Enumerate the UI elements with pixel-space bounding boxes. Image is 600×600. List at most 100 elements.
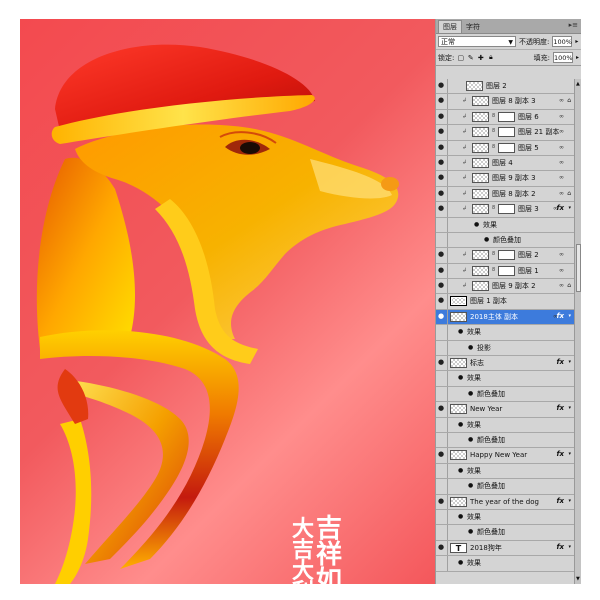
layer-name[interactable]: 图层 9 副本 2 [492,281,536,291]
layer-name[interactable]: The year of the dog [470,497,539,507]
visibility-eye-icon[interactable]: ● [438,282,445,289]
fx-expand-icon[interactable]: ▾ [568,313,571,319]
fx-expand-icon[interactable]: ▾ [568,405,571,411]
layer-name[interactable]: 图层 3 [518,204,539,214]
layers-scrollbar[interactable]: ▲ ▼ [574,79,581,584]
layer-name[interactable]: 图层 8 副本 3 [492,96,536,106]
layer-mask-thumbnail[interactable] [498,127,515,138]
layer-mask-thumbnail[interactable] [498,265,515,276]
fx-expand-icon[interactable]: ▾ [568,498,571,504]
layer-row[interactable]: ● ↲ 8 图层 1 ∞ [436,263,574,280]
layer-row[interactable]: ● 颜色叠加 [436,386,574,403]
fx-icon[interactable]: fx [556,497,564,505]
layer-thumbnail[interactable] [472,265,489,276]
layer-name[interactable]: 标志 [470,358,484,368]
effect-visibility-icon[interactable]: ● [484,236,489,243]
tab-character[interactable]: 字符 [462,21,484,33]
layer-name[interactable]: 图层 9 副本 3 [492,173,536,183]
visibility-eye-icon[interactable]: ● [438,297,445,304]
visibility-eye-icon[interactable]: ● [438,497,445,505]
mask-link-icon[interactable]: 8 [492,144,495,150]
layer-row[interactable]: ● New Year fx ▾ [436,402,574,418]
fill-flyout-icon[interactable]: ▸ [576,54,579,61]
layer-thumbnail[interactable] [472,173,489,184]
effect-visibility-icon[interactable]: ● [468,390,473,397]
layer-row[interactable]: ● 2018主体 副本 ∞ fx ▾ [436,309,574,326]
effects-visibility-icon[interactable]: ● [474,221,479,228]
layer-thumbnail[interactable] [450,311,467,322]
fx-expand-icon[interactable]: ▾ [568,544,571,550]
layer-row[interactable]: ● 颜色叠加 [436,232,574,249]
effects-visibility-icon[interactable]: ● [458,467,463,474]
visibility-eye-icon[interactable]: ● [438,143,445,151]
fx-expand-icon[interactable]: ▾ [568,359,571,365]
layer-thumbnail[interactable] [472,127,489,138]
effect-visibility-icon[interactable]: ● [468,436,473,443]
visibility-eye-icon[interactable]: ● [438,266,445,274]
layer-thumbnail[interactable] [450,358,467,369]
layer-row[interactable]: ● 颜色叠加 [436,432,574,449]
visibility-eye-icon[interactable]: ● [438,543,445,551]
visibility-eye-icon[interactable]: ● [438,312,445,320]
layer-row[interactable]: ● 图层 1 副本 [436,294,574,310]
fx-icon[interactable]: fx [556,204,564,212]
layer-row[interactable]: ● 效果 [436,217,574,233]
scroll-thumb[interactable] [576,244,581,292]
layer-thumbnail[interactable] [450,404,467,415]
layer-name[interactable]: 图层 21 副本 [518,127,559,137]
mask-link-icon[interactable]: 8 [492,128,495,134]
layer-name[interactable]: 2018狗年 [470,543,502,553]
layer-mask-thumbnail[interactable] [498,111,515,122]
layer-row[interactable]: ● ↲ 8 图层 3 ∞ fx ▾ [436,202,574,218]
layer-row[interactable]: ● 效果 [436,325,574,341]
visibility-eye-icon[interactable]: ● [438,251,445,258]
layer-thumbnail[interactable] [472,157,489,168]
visibility-eye-icon[interactable]: ● [438,128,445,135]
effects-visibility-icon[interactable]: ● [458,513,463,520]
layer-row[interactable]: ● ↲ 图层 9 副本 3 ∞ [436,171,574,187]
layer-name[interactable]: 图层 1 副本 [470,296,507,306]
lock-all-icon[interactable]: 🔒︎ [487,53,494,62]
layer-thumbnail[interactable] [472,204,489,215]
layer-row[interactable]: ● 颜色叠加 [436,479,574,495]
lock-transparency-icon[interactable]: ▢ [457,54,465,62]
blend-mode-select[interactable]: 正常 ▼ [438,36,516,47]
layer-row[interactable]: ● 效果 [436,463,574,480]
layer-row[interactable]: ● ↲ 图层 9 副本 2 ∞ ⌂ [436,279,574,295]
layer-row[interactable]: ● 图层 2 [436,79,574,95]
fx-icon[interactable]: fx [556,358,564,366]
visibility-eye-icon[interactable]: ● [438,359,445,366]
effects-visibility-icon[interactable]: ● [458,559,463,566]
layer-thumbnail[interactable] [472,111,489,122]
mask-link-icon[interactable]: 8 [492,205,495,211]
fx-expand-icon[interactable]: ▾ [568,205,571,211]
layer-row[interactable]: ● 效果 [436,371,574,387]
layer-name[interactable]: New Year [470,404,502,414]
layer-name[interactable]: 图层 8 副本 2 [492,189,536,199]
layer-row[interactable]: ● 投影 [436,340,574,357]
layer-row[interactable]: ● Happy New Year fx ▾ [436,448,574,464]
document-canvas[interactable]: 大吉大利 吉祥如 [20,19,435,584]
layer-row[interactable]: ● 效果 [436,417,574,433]
mask-link-icon[interactable]: 8 [492,251,495,257]
visibility-eye-icon[interactable]: ● [438,158,445,166]
layer-row[interactable]: ● ↲ 图层 8 副本 2 ∞ ⌂ [436,186,574,203]
layer-row[interactable]: ● ↲ 8 图层 2 ∞ [436,248,574,264]
layer-name[interactable]: 图层 4 [492,158,513,168]
visibility-eye-icon[interactable]: ● [438,174,445,181]
effects-visibility-icon[interactable]: ● [458,328,463,335]
layer-name[interactable]: 图层 2 [486,81,507,91]
layer-name[interactable]: 图层 5 [518,143,539,153]
visibility-eye-icon[interactable]: ● [438,82,445,89]
layer-thumbnail[interactable] [472,281,489,292]
lock-position-icon[interactable]: ✚ [477,54,484,62]
layer-thumbnail[interactable] [472,250,489,261]
layer-thumbnail[interactable] [450,296,467,307]
layer-row[interactable]: ● ↲ 图层 4 ∞ [436,155,574,172]
layer-row[interactable]: ● ↲ 8 图层 5 ∞ [436,140,574,156]
fx-icon[interactable]: fx [556,543,564,551]
effect-visibility-icon[interactable]: ● [468,482,473,489]
fx-icon[interactable]: fx [556,450,564,458]
layer-row[interactable]: ● 标志 fx ▾ [436,356,574,372]
layer-name[interactable]: 2018主体 副本 [470,312,518,322]
